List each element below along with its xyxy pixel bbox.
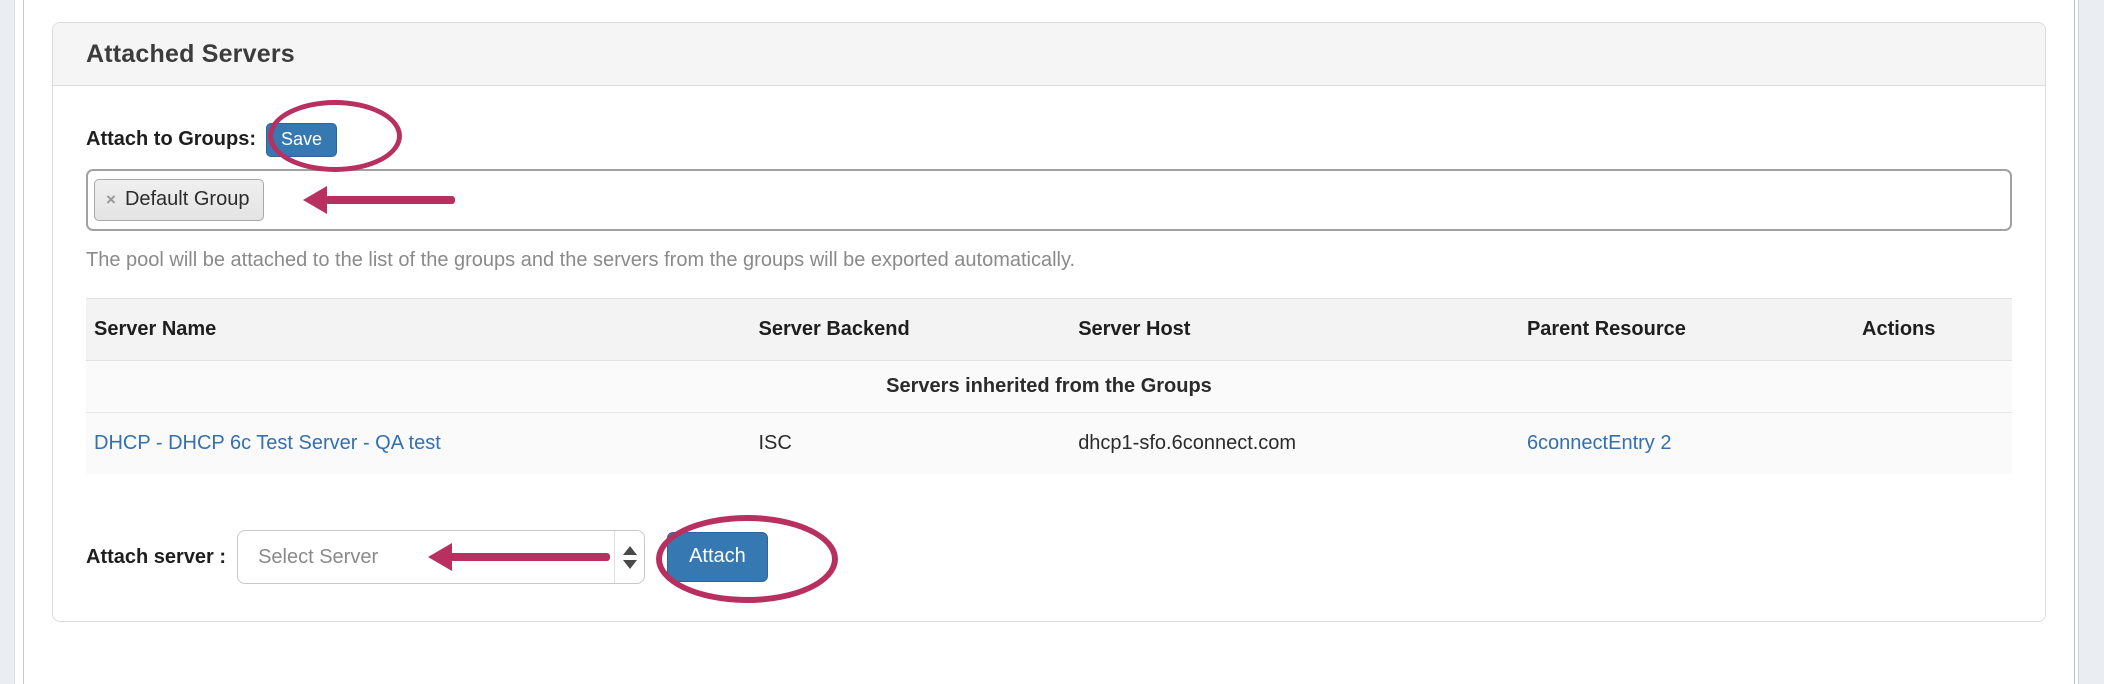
servers-table: Server Name Server Backend Server Host P… xyxy=(86,298,2012,474)
save-button[interactable]: Save xyxy=(266,123,337,157)
table-header-row: Server Name Server Backend Server Host P… xyxy=(86,299,2012,361)
attach-to-groups-label: Attach to Groups: xyxy=(86,128,256,151)
cell-server-name: DHCP - DHCP 6c Test Server - QA test xyxy=(86,413,750,475)
header-server-host: Server Host xyxy=(1070,299,1519,361)
cell-server-host: dhcp1-sfo.6connect.com xyxy=(1070,413,1519,475)
group-tag[interactable]: × Default Group xyxy=(94,179,264,221)
chevron-up-icon xyxy=(623,546,637,555)
panel-body: Attach to Groups: Save × Default Group T… xyxy=(53,121,2045,584)
attach-server-row: Attach server : Select Server Attach xyxy=(86,530,2012,584)
panel-title: Attached Servers xyxy=(86,40,295,69)
content-left-border xyxy=(23,0,24,684)
header-actions: Actions xyxy=(1854,299,2012,361)
header-parent-resource: Parent Resource xyxy=(1519,299,1854,361)
inherited-group-row: Servers inherited from the Groups xyxy=(86,361,2012,413)
chevron-down-icon xyxy=(623,560,637,569)
attach-server-label: Attach server : xyxy=(86,546,226,569)
parent-resource-link[interactable]: 6connectEntry 2 xyxy=(1527,432,1672,454)
group-tag-label: Default Group xyxy=(125,188,250,211)
remove-tag-icon[interactable]: × xyxy=(106,191,116,208)
select-arrows-icon xyxy=(614,531,644,583)
groups-help-text: The pool will be attached to the list of… xyxy=(86,249,2012,272)
content-right-border xyxy=(2074,0,2075,684)
server-select[interactable]: Select Server xyxy=(237,530,645,584)
server-name-link[interactable]: DHCP - DHCP 6c Test Server - QA test xyxy=(94,432,441,454)
server-select-value: Select Server xyxy=(258,546,378,569)
cell-server-backend: ISC xyxy=(750,413,1070,475)
attached-servers-panel: Attached Servers Attach to Groups: Save … xyxy=(52,22,2046,622)
table-row: DHCP - DHCP 6c Test Server - QA test ISC… xyxy=(86,413,2012,475)
cell-actions xyxy=(1854,413,2012,475)
header-server-name: Server Name xyxy=(86,299,750,361)
page-right-gutter xyxy=(2078,0,2104,684)
attach-to-groups-row: Attach to Groups: Save xyxy=(86,121,2012,158)
cell-parent-resource: 6connectEntry 2 xyxy=(1519,413,1854,475)
attach-button[interactable]: Attach xyxy=(667,532,768,582)
groups-tag-input[interactable]: × Default Group xyxy=(86,169,2012,231)
page-left-gutter xyxy=(0,0,15,684)
panel-heading: Attached Servers xyxy=(53,23,2045,86)
inherited-group-label: Servers inherited from the Groups xyxy=(86,361,2012,413)
header-server-backend: Server Backend xyxy=(750,299,1070,361)
